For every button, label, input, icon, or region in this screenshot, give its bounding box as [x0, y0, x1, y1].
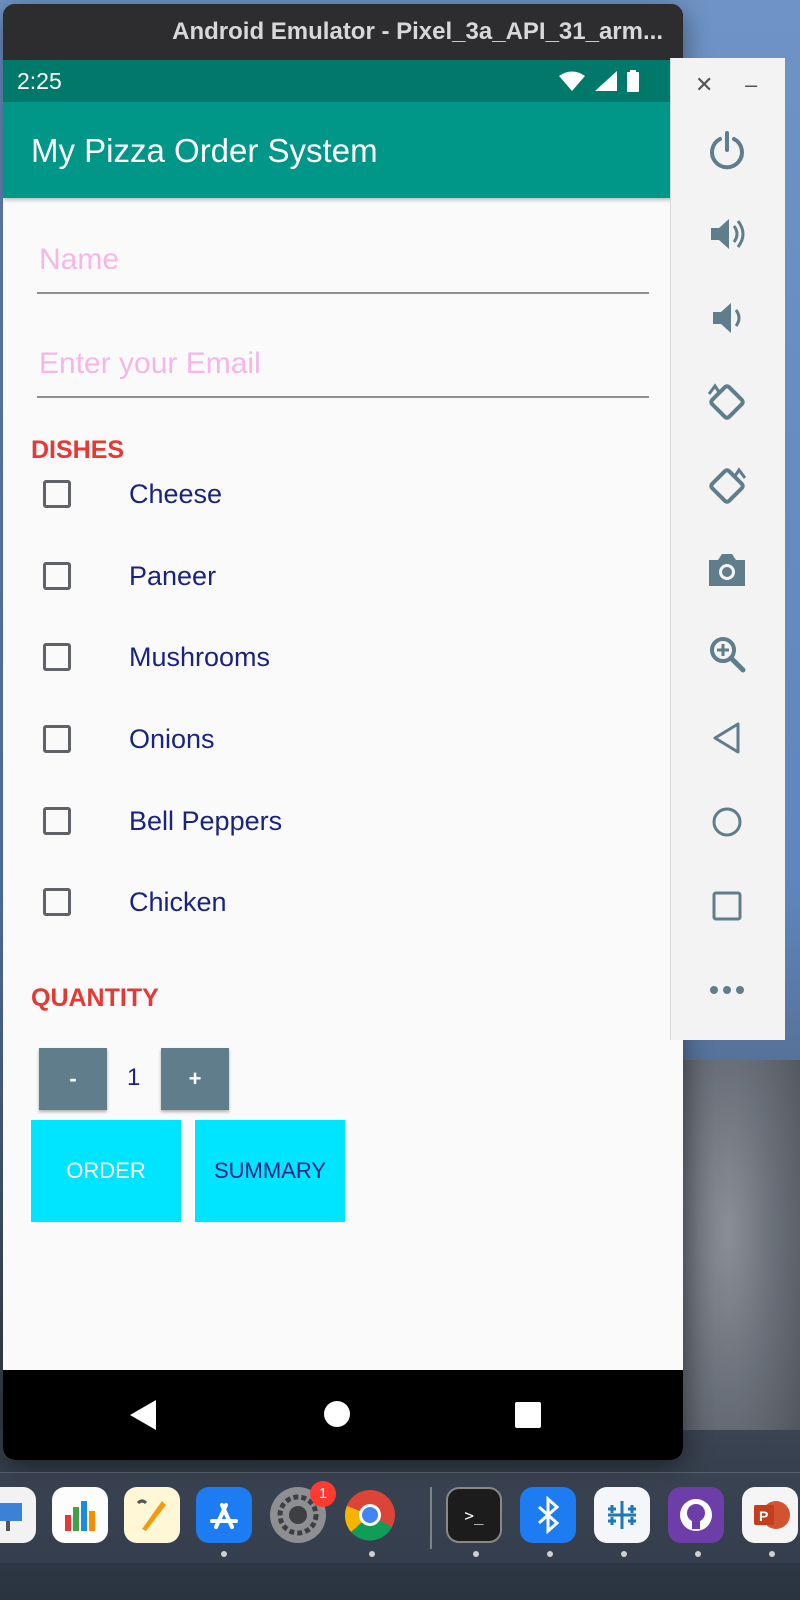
decrement-button[interactable]: - — [39, 1048, 107, 1110]
chicken-checkbox[interactable] — [43, 888, 71, 916]
back-icon[interactable] — [130, 1400, 156, 1430]
window-title[interactable]: Android Emulator - Pixel_3a_API_31_arm..… — [3, 4, 683, 60]
navigation-bar — [3, 1370, 683, 1460]
pages-app-icon[interactable] — [124, 1487, 180, 1543]
dish-item-onions[interactable]: Onions — [43, 709, 643, 769]
quantity-stepper: - 1 + — [39, 1048, 339, 1110]
emulator-window: Android Emulator - Pixel_3a_API_31_arm..… — [3, 4, 683, 1460]
macos-dock: 1 >_ P — [0, 1472, 800, 1563]
power-icon[interactable] — [703, 126, 751, 174]
dish-item-cheese[interactable]: Cheese — [43, 464, 643, 524]
running-indicator — [621, 1551, 627, 1557]
email-field-container — [37, 338, 653, 398]
volume-up-icon[interactable] — [703, 210, 751, 258]
quantity-heading: QUANTITY — [31, 984, 159, 1012]
github-app-icon[interactable] — [668, 1487, 724, 1543]
running-indicator — [547, 1551, 553, 1557]
name-input[interactable] — [37, 234, 653, 286]
app-store-icon[interactable] — [196, 1487, 252, 1543]
phone-screen: 2:25 My Pizza Order System Name Enter yo… — [3, 60, 683, 1460]
running-indicator — [473, 1551, 479, 1557]
order-button[interactable]: ORDER — [31, 1120, 181, 1222]
desktop-wallpaper — [680, 1060, 800, 1490]
app-bar: My Pizza Order System — [3, 102, 683, 198]
dish-label: Onions — [129, 723, 215, 754]
dock-divider — [430, 1487, 432, 1549]
volume-down-icon[interactable] — [703, 294, 751, 342]
bluetooth-app-icon[interactable] — [520, 1487, 576, 1543]
increment-button[interactable]: + — [161, 1048, 229, 1110]
quantity-value: 1 — [127, 1064, 141, 1091]
svg-text:P: P — [759, 1508, 768, 1524]
rotate-right-icon[interactable] — [703, 462, 751, 510]
signal-icon — [595, 71, 617, 91]
dish-label: Cheese — [129, 478, 223, 509]
order-form: DISHES Cheese Paneer Mushrooms Onions Be… — [3, 198, 683, 1370]
more-options-icon[interactable] — [703, 966, 751, 1014]
status-time: 2:25 — [17, 68, 62, 94]
minimize-icon[interactable]: – — [745, 72, 757, 98]
bell-peppers-checkbox[interactable] — [43, 807, 71, 835]
home-circle-icon[interactable] — [703, 798, 751, 846]
camera-icon[interactable] — [703, 546, 751, 594]
app-title: My Pizza Order System — [31, 132, 378, 169]
mushrooms-checkbox[interactable] — [43, 643, 71, 671]
numbers-app-icon[interactable] — [52, 1487, 108, 1543]
status-icons — [559, 70, 639, 92]
running-indicator — [769, 1551, 775, 1557]
home-icon[interactable] — [323, 1400, 351, 1428]
terminal-prompt-icon: >_ — [464, 1505, 484, 1525]
battery-icon — [627, 70, 639, 92]
dishes-heading: DISHES — [31, 436, 125, 464]
notification-badge: 1 — [310, 1481, 336, 1507]
chrome-app-icon[interactable] — [342, 1487, 398, 1543]
terminal-app-icon[interactable]: >_ — [446, 1487, 502, 1543]
emulator-toolbar: ✕ – — [670, 58, 785, 1040]
summary-button[interactable]: SUMMARY — [195, 1120, 345, 1222]
zoom-icon[interactable] — [703, 630, 751, 678]
keynote-app-icon[interactable] — [0, 1487, 36, 1543]
cheese-checkbox[interactable] — [43, 480, 71, 508]
dish-label: Paneer — [129, 560, 217, 591]
dish-label: Mushrooms — [129, 641, 271, 672]
paneer-checkbox[interactable] — [43, 562, 71, 590]
tableau-app-icon[interactable] — [594, 1487, 650, 1543]
name-field-container — [37, 234, 653, 294]
back-triangle-icon[interactable] — [703, 714, 751, 762]
email-input[interactable] — [37, 338, 653, 390]
rotate-left-icon[interactable] — [703, 378, 751, 426]
powerpoint-app-icon[interactable]: P — [742, 1487, 798, 1543]
running-indicator — [221, 1551, 227, 1557]
toolbar-window-controls: ✕ – — [671, 72, 785, 102]
dish-label: Bell Peppers — [129, 805, 283, 836]
close-icon[interactable]: ✕ — [695, 72, 713, 98]
dish-item-mushrooms[interactable]: Mushrooms — [43, 627, 643, 687]
status-bar: 2:25 — [3, 60, 683, 102]
dish-item-paneer[interactable]: Paneer — [43, 546, 643, 606]
recents-icon[interactable] — [515, 1402, 541, 1428]
dish-label: Chicken — [129, 886, 227, 917]
onions-checkbox[interactable] — [43, 725, 71, 753]
running-indicator — [369, 1551, 375, 1557]
overview-square-icon[interactable] — [703, 882, 751, 930]
dish-item-chicken[interactable]: Chicken — [43, 872, 643, 932]
dish-item-bell-peppers[interactable]: Bell Peppers — [43, 791, 643, 851]
wifi-icon — [559, 71, 585, 91]
running-indicator — [695, 1551, 701, 1557]
